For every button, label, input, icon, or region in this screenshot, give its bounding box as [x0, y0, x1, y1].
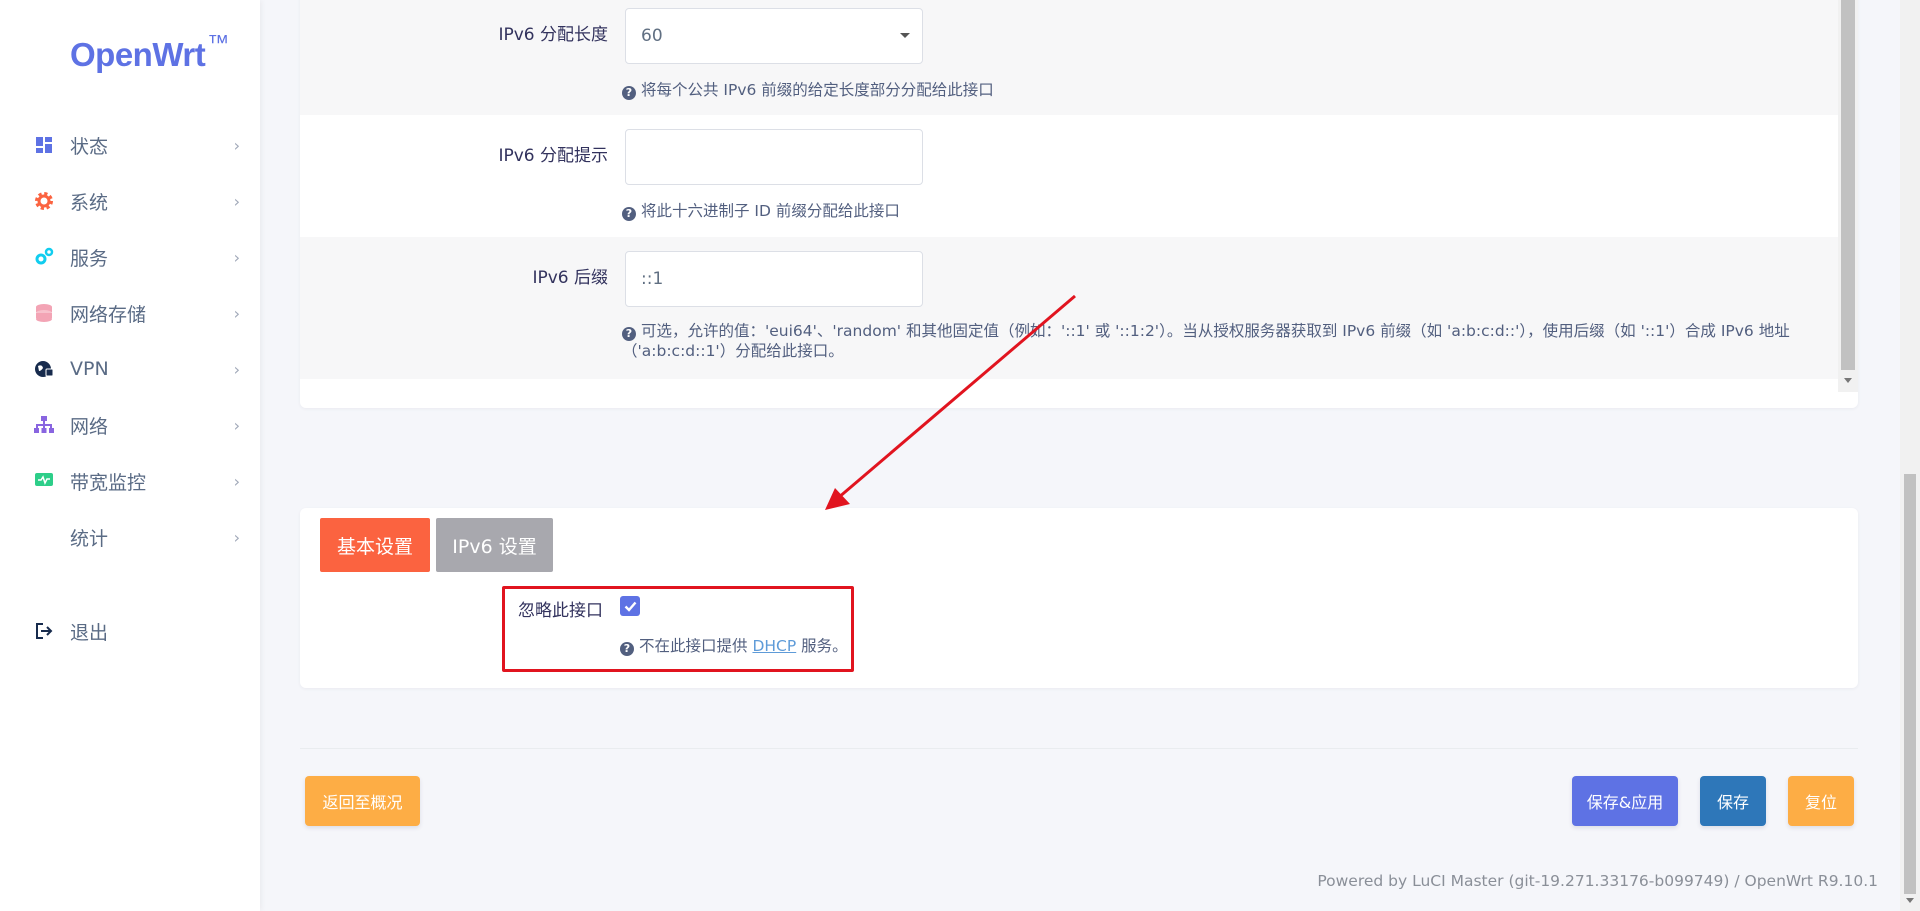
sidebar-item-status[interactable]: 状态 ›	[34, 125, 240, 165]
ipv6-assign-hint-label: IPv6 分配提示	[498, 146, 608, 166]
question-circle-icon: ?	[622, 86, 636, 100]
sidebar-item-label: 服务	[70, 247, 109, 270]
ipv6-suffix-row: IPv6 后缀 ::1 ? 可选，允许的值：'eui64'、'random' 和其…	[300, 237, 1838, 379]
ipv6-suffix-hint: ? 可选，允许的值：'eui64'、'random' 和其他固定值（例如：'::1…	[622, 322, 1790, 360]
sidebar-item-label: 网络	[70, 415, 109, 438]
ipv6-assign-hint-row: IPv6 分配提示 ? 将此十六进制子 ID 前缀分配给此接口	[300, 115, 1838, 237]
page-scrollbar[interactable]	[1900, 0, 1920, 911]
sidebar-item-label: 带宽监控	[70, 471, 147, 494]
tab-basic-settings[interactable]: 基本设置	[320, 518, 430, 572]
chevron-right-icon: ›	[233, 359, 240, 379]
sidebar-item-network[interactable]: 网络 ›	[34, 405, 240, 445]
sign-out-icon	[34, 621, 54, 641]
ipv6-suffix-value: ::1	[641, 269, 664, 289]
sidebar-item-services[interactable]: 服务 ›	[34, 237, 240, 277]
brand-logo[interactable]: OpenWrt™	[70, 30, 229, 74]
dashboard-icon	[34, 135, 54, 155]
chevron-right-icon: ›	[233, 415, 240, 435]
chevron-right-icon: ›	[233, 247, 240, 267]
ipv6-settings-panel: IPv6 分配长度 60 ? 将每个公共 IPv6 前缀的给定长度部分分配给此接口…	[300, 0, 1858, 408]
ipv6-assign-hint-hint: ? 将此十六进制子 ID 前缀分配给此接口	[622, 201, 900, 221]
chevron-right-icon: ›	[233, 135, 240, 155]
annotation-highlight-box	[502, 586, 854, 672]
sidebar-item-statistics[interactable]: 统计 ›	[34, 517, 240, 557]
ipv6-assign-length-hint: ? 将每个公共 IPv6 前缀的给定长度部分分配给此接口	[622, 80, 994, 100]
inner-scrollbar[interactable]	[1838, 0, 1858, 392]
ipv6-suffix-input[interactable]: ::1	[625, 251, 923, 307]
reset-button[interactable]: 复位	[1788, 776, 1854, 826]
divider	[300, 748, 1858, 749]
sidebar-item-vpn[interactable]: VPN ›	[34, 349, 240, 389]
monitor-icon	[34, 471, 54, 491]
ipv6-suffix-label: IPv6 后缀	[532, 268, 608, 288]
sidebar-item-nas[interactable]: 网络存储 ›	[34, 293, 240, 333]
scroll-down-arrow-icon[interactable]	[1844, 378, 1852, 383]
save-button[interactable]: 保存	[1700, 776, 1766, 826]
scroll-down-arrow-icon[interactable]	[1906, 898, 1914, 903]
globe-lock-icon	[34, 359, 54, 379]
database-icon	[34, 303, 54, 323]
sidebar-item-label: 系统	[70, 191, 109, 214]
question-circle-icon: ?	[622, 327, 636, 341]
inner-scrollbar-thumb[interactable]	[1841, 0, 1855, 370]
save-apply-button[interactable]: 保存&应用	[1572, 776, 1678, 826]
back-to-overview-button[interactable]: 返回至概况	[305, 776, 420, 826]
sidebar-item-label: VPN	[70, 358, 109, 380]
chevron-right-icon: ›	[233, 303, 240, 323]
chevron-right-icon: ›	[233, 191, 240, 211]
sidebar-item-system[interactable]: 系统 ›	[34, 181, 240, 221]
cogs-icon	[34, 247, 54, 267]
gear-icon	[34, 191, 54, 211]
ipv6-assign-length-label: IPv6 分配长度	[498, 25, 608, 45]
caret-down-icon	[900, 33, 910, 38]
footer-powered-by: Powered by LuCI Master (git-19.271.33176…	[1317, 872, 1878, 890]
sidebar-item-bandwidth[interactable]: 带宽监控 ›	[34, 461, 240, 501]
ipv6-assign-length-select[interactable]: 60	[625, 8, 923, 64]
question-circle-icon: ?	[622, 207, 636, 221]
sidebar-item-label: 退出	[70, 621, 109, 644]
sidebar-item-label: 网络存储	[70, 303, 147, 326]
sidebar-item-label: 状态	[70, 135, 109, 158]
sidebar-item-logout[interactable]: 退出	[34, 611, 240, 651]
blank-icon	[34, 527, 54, 547]
chevron-right-icon: ›	[233, 527, 240, 547]
ipv6-assign-length-value: 60	[641, 26, 663, 46]
ipv6-assign-hint-input[interactable]	[625, 129, 923, 185]
tab-ipv6-settings[interactable]: IPv6 设置	[436, 518, 553, 572]
sidebar: OpenWrt™ 状态 › 系统 › 服务 › 网络存储 › VPN › 网络 …	[0, 0, 260, 911]
sidebar-item-label: 统计	[70, 527, 109, 550]
page-scrollbar-thumb[interactable]	[1904, 474, 1916, 894]
chevron-right-icon: ›	[233, 471, 240, 491]
sitemap-icon	[34, 415, 54, 435]
ipv6-assign-length-row: IPv6 分配长度 60 ? 将每个公共 IPv6 前缀的给定长度部分分配给此接口	[300, 0, 1838, 115]
